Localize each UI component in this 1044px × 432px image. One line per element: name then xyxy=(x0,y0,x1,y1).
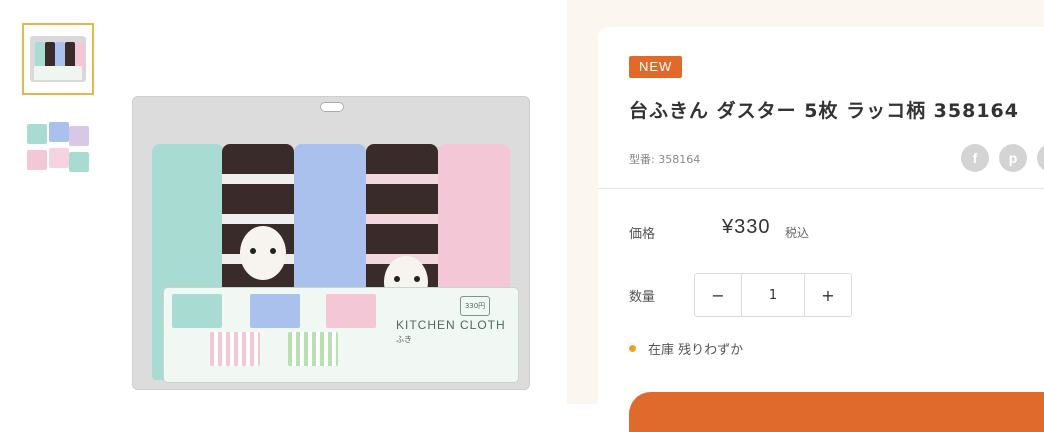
new-badge: NEW xyxy=(629,56,683,78)
tax-note: 税込 xyxy=(785,226,810,240)
thumbnail-package[interactable] xyxy=(22,23,94,95)
pinterest-icon[interactable]: p xyxy=(999,144,1027,172)
model-value: 358164 xyxy=(658,153,701,166)
stock-status: 在庫 残りわずか xyxy=(648,339,743,358)
stock-indicator-dot xyxy=(629,345,636,352)
thumbnail-patterns-image xyxy=(25,122,91,174)
price-value: ¥330 xyxy=(722,216,771,238)
divider xyxy=(598,188,1044,189)
stock-label: 在庫 xyxy=(648,343,675,358)
package-card: 330円 KITCHEN CLOTH ふき xyxy=(164,288,518,382)
card-title: KITCHEN CLOTH xyxy=(396,318,506,332)
facebook-icon[interactable]: f xyxy=(961,144,989,172)
thumbnail-patterns[interactable] xyxy=(22,112,94,184)
quantity-input[interactable] xyxy=(742,286,804,304)
price-sticker: 330円 xyxy=(460,296,490,316)
hang-hole xyxy=(320,102,344,112)
thumbnail-package-image xyxy=(30,36,86,82)
quantity-label: 数量 xyxy=(629,290,656,305)
quantity-stepper: − + xyxy=(694,273,852,317)
quantity-value-box xyxy=(741,274,805,316)
model-label: 型番: xyxy=(629,153,655,166)
decrement-button[interactable]: − xyxy=(695,274,741,316)
product-main-image: 330円 KITCHEN CLOTH ふき xyxy=(132,96,530,390)
product-title: 台ふきん ダスター 5枚 ラッコ柄 358164 xyxy=(629,100,1020,122)
card-subtitle: ふき xyxy=(396,335,412,344)
model-number: 型番: 358164 xyxy=(629,151,700,167)
add-to-cart-button[interactable] xyxy=(629,392,1044,432)
increment-button[interactable]: + xyxy=(805,274,851,316)
price-label: 価格 xyxy=(629,227,656,242)
stock-value: 残りわずか xyxy=(678,343,744,358)
